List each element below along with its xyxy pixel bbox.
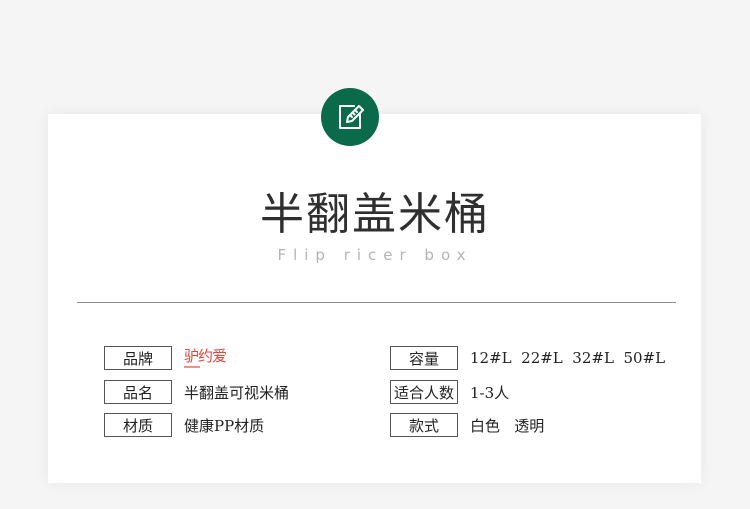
- spec-value: 1-3人: [470, 383, 510, 402]
- spec-row-capacity: 容量 12#L 22#L 32#L 50#L: [390, 346, 665, 370]
- page-subtitle: Flip ricer box: [277, 246, 473, 264]
- spec-label: 款式: [390, 413, 458, 437]
- spec-row-material: 材质 健康PP材质: [104, 413, 264, 437]
- spec-value: 半翻盖可视米桶: [184, 383, 290, 402]
- spec-row-product-name: 品名 半翻盖可视米桶: [104, 380, 289, 404]
- spec-value: 白色 透明: [470, 416, 545, 435]
- spec-row-brand: 品牌 驴约爱: [104, 346, 227, 370]
- spec-label: 品名: [104, 380, 172, 404]
- spec-row-style: 款式 白色 透明: [390, 413, 544, 437]
- brand-logo: 驴约爱: [184, 346, 227, 368]
- spec-label: 材质: [104, 413, 172, 437]
- edit-note-icon: [321, 88, 379, 146]
- spec-label: 适合人数: [390, 380, 458, 404]
- spec-value: 健康PP材质: [184, 416, 265, 435]
- brand-logo-underline: [184, 365, 200, 368]
- divider: [77, 302, 676, 303]
- spec-row-people: 适合人数 1-3人: [390, 380, 509, 404]
- page-title: 半翻盖米桶: [260, 189, 490, 240]
- brand-logo-text: 驴约爱: [184, 346, 227, 365]
- spec-label: 品牌: [104, 346, 172, 370]
- spec-value: 12#L 22#L 32#L 50#L: [470, 349, 666, 367]
- spec-label: 容量: [390, 346, 458, 370]
